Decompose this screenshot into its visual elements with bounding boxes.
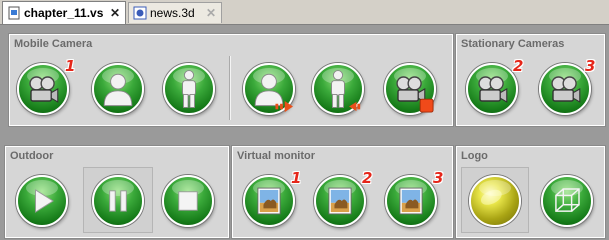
camera-number-badge: 3 bbox=[585, 57, 596, 75]
logo-show-button[interactable] bbox=[469, 175, 521, 227]
full-arrow-in-button[interactable] bbox=[312, 63, 364, 115]
film-camera-icon bbox=[29, 76, 59, 103]
panel-mobile-camera: Mobile Camera 1 bbox=[8, 33, 454, 127]
document-icon bbox=[8, 6, 20, 20]
panel-stationary-cameras: Stationary Cameras 2 3 bbox=[455, 33, 606, 127]
document-tab-strip: chapter_11.vs ✕ news.3d ✕ bbox=[0, 0, 609, 25]
stationary-camera-3-button[interactable]: 3 bbox=[539, 57, 595, 115]
panel-outdoor: Outdoor bbox=[4, 145, 230, 239]
pause-icon bbox=[109, 190, 127, 212]
presenter-full-button[interactable] bbox=[163, 63, 215, 115]
panel-title: Logo bbox=[461, 150, 488, 162]
tab-label: news.3d bbox=[150, 6, 195, 20]
bust-arrow-out-button[interactable] bbox=[243, 63, 295, 115]
group-separator bbox=[229, 56, 231, 120]
yellow-sphere-icon bbox=[480, 189, 502, 205]
mobile-camera-1-button[interactable]: 1 bbox=[17, 57, 75, 115]
close-icon[interactable]: ✕ bbox=[109, 7, 121, 19]
tab-chapter-11[interactable]: chapter_11.vs ✕ bbox=[2, 1, 126, 24]
person-bust-icon bbox=[103, 73, 133, 107]
camera-stop-button[interactable] bbox=[384, 63, 436, 115]
person-full-icon bbox=[182, 70, 196, 108]
picture-icon bbox=[399, 187, 423, 215]
person-bust-arrow-out-icon bbox=[254, 73, 293, 113]
pause-button[interactable] bbox=[92, 175, 144, 227]
panel-logo: Logo bbox=[455, 145, 606, 239]
panel-title: Virtual monitor bbox=[237, 150, 316, 162]
monitor-image-3-button[interactable]: 3 bbox=[385, 169, 443, 227]
image-number-badge: 3 bbox=[433, 169, 444, 187]
panel-title: Outdoor bbox=[10, 150, 54, 162]
stationary-camera-2-button[interactable]: 2 bbox=[466, 57, 523, 115]
play-icon bbox=[35, 189, 54, 213]
picture-icon bbox=[257, 187, 281, 215]
wire-cube-icon bbox=[555, 188, 580, 212]
tab-label: chapter_11.vs bbox=[24, 6, 104, 20]
film-camera-stop-icon bbox=[396, 76, 434, 113]
camera-number-badge: 1 bbox=[65, 57, 76, 75]
person-full-arrow-in-icon bbox=[331, 70, 361, 112]
monitor-image-2-button[interactable]: 2 bbox=[314, 169, 372, 227]
image-number-badge: 1 bbox=[291, 169, 302, 187]
camera-number-badge: 2 bbox=[513, 57, 524, 75]
picture-icon bbox=[328, 187, 352, 215]
presenter-bust-button[interactable] bbox=[92, 63, 144, 115]
close-icon[interactable]: ✕ bbox=[205, 7, 217, 19]
monitor-image-1-button[interactable]: 1 bbox=[243, 169, 301, 227]
film-camera-icon bbox=[478, 76, 508, 103]
stop-icon bbox=[178, 191, 198, 211]
scene-3d-icon bbox=[133, 6, 147, 20]
tab-news-3d[interactable]: news.3d ✕ bbox=[128, 2, 222, 23]
film-camera-icon bbox=[551, 76, 581, 103]
play-button[interactable] bbox=[16, 175, 68, 227]
panel-virtual-monitor: Virtual monitor 1 2 3 bbox=[231, 145, 454, 239]
image-number-badge: 2 bbox=[362, 169, 373, 187]
panel-title: Mobile Camera bbox=[14, 38, 93, 50]
stop-button[interactable] bbox=[162, 175, 214, 227]
panel-title: Stationary Cameras bbox=[461, 38, 565, 50]
logo-cube-button[interactable] bbox=[541, 175, 593, 227]
